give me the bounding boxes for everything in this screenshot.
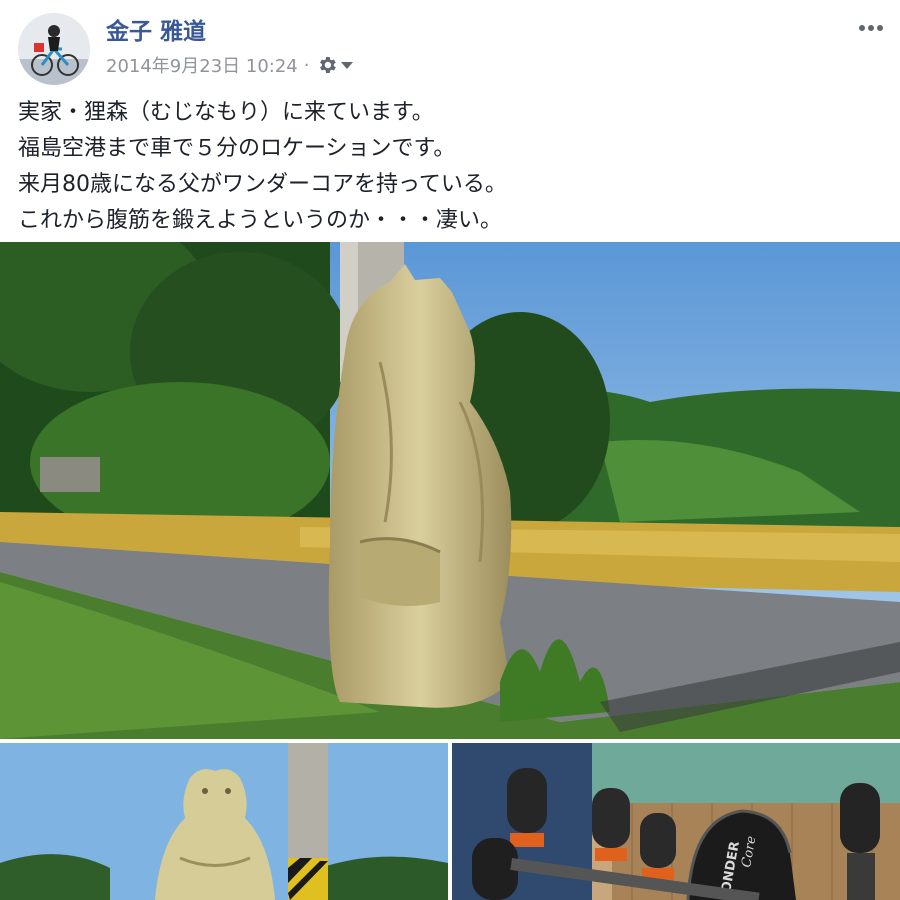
meta-separator: · bbox=[303, 54, 310, 76]
tanuki-statue-front-photo bbox=[0, 743, 448, 900]
post-timestamp[interactable]: 2014年9月23日 10:24 bbox=[106, 52, 298, 78]
post-meta: 2014年9月23日 10:24 · bbox=[106, 52, 356, 78]
post-photo-sub-1[interactable] bbox=[0, 743, 448, 900]
post-header: 金子 雅道 2014年9月23日 10:24 · bbox=[0, 0, 900, 95]
gear-icon[interactable] bbox=[316, 54, 338, 76]
caret-down-icon[interactable] bbox=[338, 56, 356, 74]
post-text-line: 実家・狸森（むじなもり）に来ています。 bbox=[18, 100, 434, 125]
wonder-core-machine-photo: ONDER Core bbox=[452, 743, 900, 900]
post-text-line: 福島空港まで車で５分のロケーションです。 bbox=[18, 136, 456, 161]
tanuki-statue-photo bbox=[0, 242, 900, 739]
post-text-line: これから腹筋を鍛えようというのか・・・凄い。 bbox=[18, 208, 503, 233]
more-vertical-icon[interactable] bbox=[856, 14, 886, 42]
facebook-post: 金子 雅道 2014年9月23日 10:24 · 実家・狸森（むじなもり）に来て… bbox=[0, 0, 900, 900]
post-text-line: 来月80歳になる父がワンダーコアを持っている。 bbox=[18, 172, 507, 197]
author-avatar[interactable] bbox=[18, 13, 90, 85]
post-body-text: 実家・狸森（むじなもり）に来ています。 福島空港まで車で５分のロケーションです。… bbox=[18, 95, 878, 239]
post-photo-main[interactable] bbox=[0, 242, 900, 739]
avatar-cyclist-image bbox=[18, 13, 90, 85]
author-name[interactable]: 金子 雅道 bbox=[106, 12, 206, 46]
post-photo-sub-2[interactable]: ONDER Core bbox=[452, 743, 900, 900]
